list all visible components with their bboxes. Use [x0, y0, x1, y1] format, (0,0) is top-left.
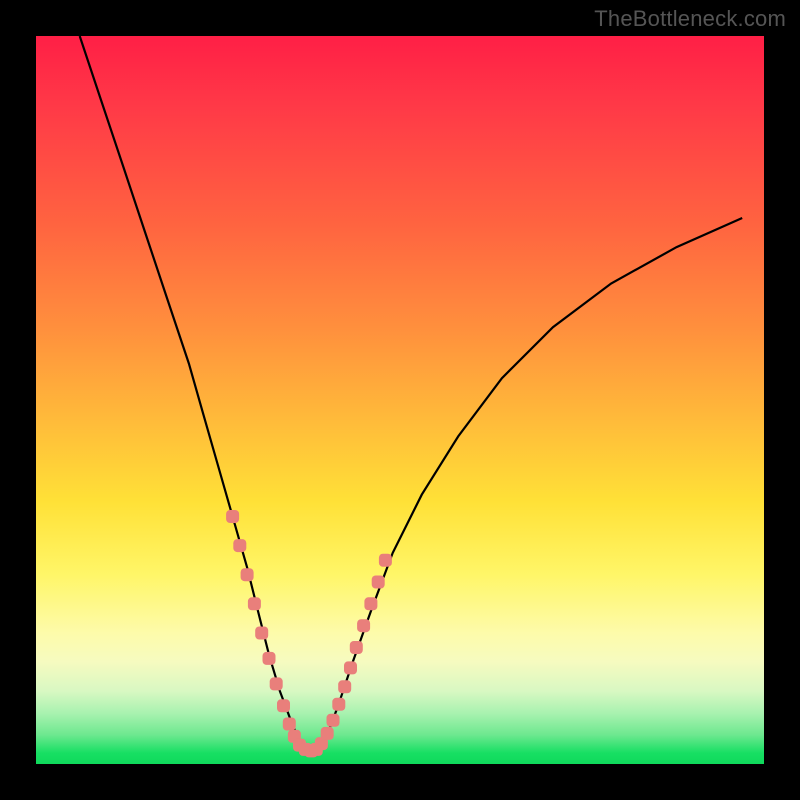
chart-frame: TheBottleneck.com [0, 0, 800, 800]
gradient-plot-area [36, 36, 764, 764]
watermark-text: TheBottleneck.com [594, 6, 786, 32]
